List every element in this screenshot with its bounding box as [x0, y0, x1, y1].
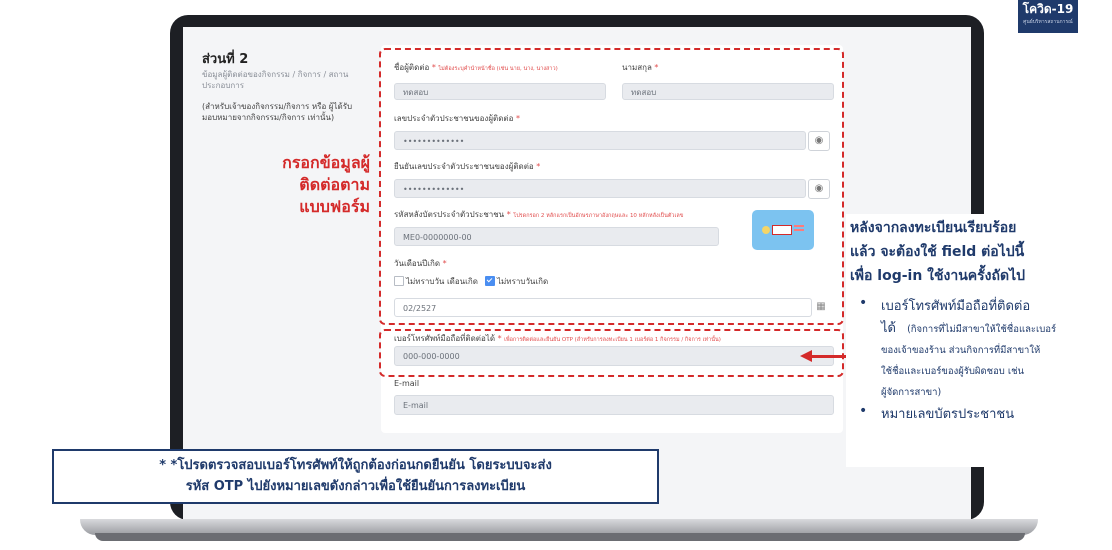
highlight-contact-fields: [379, 48, 844, 325]
badge-title: โควิด-19: [1022, 2, 1074, 16]
section-title: ส่วนที่ 2: [202, 52, 249, 67]
list-item-subtext: ผู้จัดการสาขา): [881, 387, 942, 398]
list-item-text: หมายเลขบัตรประชาชน: [881, 407, 1015, 422]
list-item-subtext: ใช้ชื่อและเบอร์ของผู้รับผิดชอบ เช่น: [881, 366, 1025, 377]
list-item-text: เบอร์โทรศัพท์มือถือที่ติดต่อ: [881, 299, 1031, 314]
email-input[interactable]: E-mail: [394, 395, 834, 415]
left-arrow-head: [800, 350, 812, 362]
list-item: หมายเลขบัตรประชาชน: [857, 403, 1097, 425]
warning-line: * *โปรดตรวจสอบเบอร์โทรศัพท์ให้ถูกต้องก่อ…: [159, 458, 552, 473]
otp-warning: * *โปรดตรวจสอบเบอร์โทรศัพท์ให้ถูกต้องก่อ…: [52, 449, 659, 504]
section-description: ข้อมูลผู้ติดต่อของกิจกรรม / กิจการ / สถา…: [202, 70, 349, 90]
list-item-subtext: (กิจการที่ไม่มีสาขาให้ใช้ชื่อและเบอร์: [907, 324, 1057, 335]
highlight-phone-field: [379, 329, 844, 377]
heading-line: แล้ว จะต้องใช้ field ต่อไปนี้: [850, 244, 1025, 260]
login-fields-list: เบอร์โทรศัพท์มือถือที่ติดต่อ ได้ (กิจการ…: [857, 295, 1097, 425]
heading-line: หลังจากลงทะเบียนเรียบร้อย: [850, 220, 1017, 236]
left-annotation-line: แบบฟอร์ม: [299, 197, 370, 216]
email-label: E-mail: [394, 379, 420, 388]
list-item-subtext: ของเจ้าของร้าน ส่วนกิจการที่มีสาขาให้: [881, 345, 1041, 356]
laptop-base-shadow: [95, 533, 1025, 541]
list-item: เบอร์โทรศัพท์มือถือที่ติดต่อ ได้ (กิจการ…: [857, 295, 1097, 403]
badge-subtitle: ศูนย์บริหารสถานการณ์: [1023, 19, 1073, 25]
left-annotation-line: ติดต่อตาม: [299, 175, 370, 194]
login-fields-heading: หลังจากลงทะเบียนเรียบร้อย แล้ว จะต้องใช้…: [850, 216, 1100, 288]
warning-line: รหัส OTP ไปยังหมายเลขดังกล่าวเพื่อใช้ยืน…: [185, 479, 526, 494]
left-annotation: กรอกข้อมูลผู้ ติดต่อตาม แบบฟอร์ม: [240, 152, 370, 218]
section-note: (สำหรับเจ้าของกิจกรรม/กิจการ หรือ ผู้ได้…: [202, 102, 353, 122]
heading-line: เพื่อ log-in ใช้งานครั้งถัดไป: [850, 268, 1026, 284]
covid-badge: โควิด-19 ศูนย์บริหารสถานการณ์: [1018, 0, 1078, 33]
list-item-text: ได้: [881, 321, 896, 336]
left-annotation-line: กรอกข้อมูลผู้: [282, 153, 370, 172]
